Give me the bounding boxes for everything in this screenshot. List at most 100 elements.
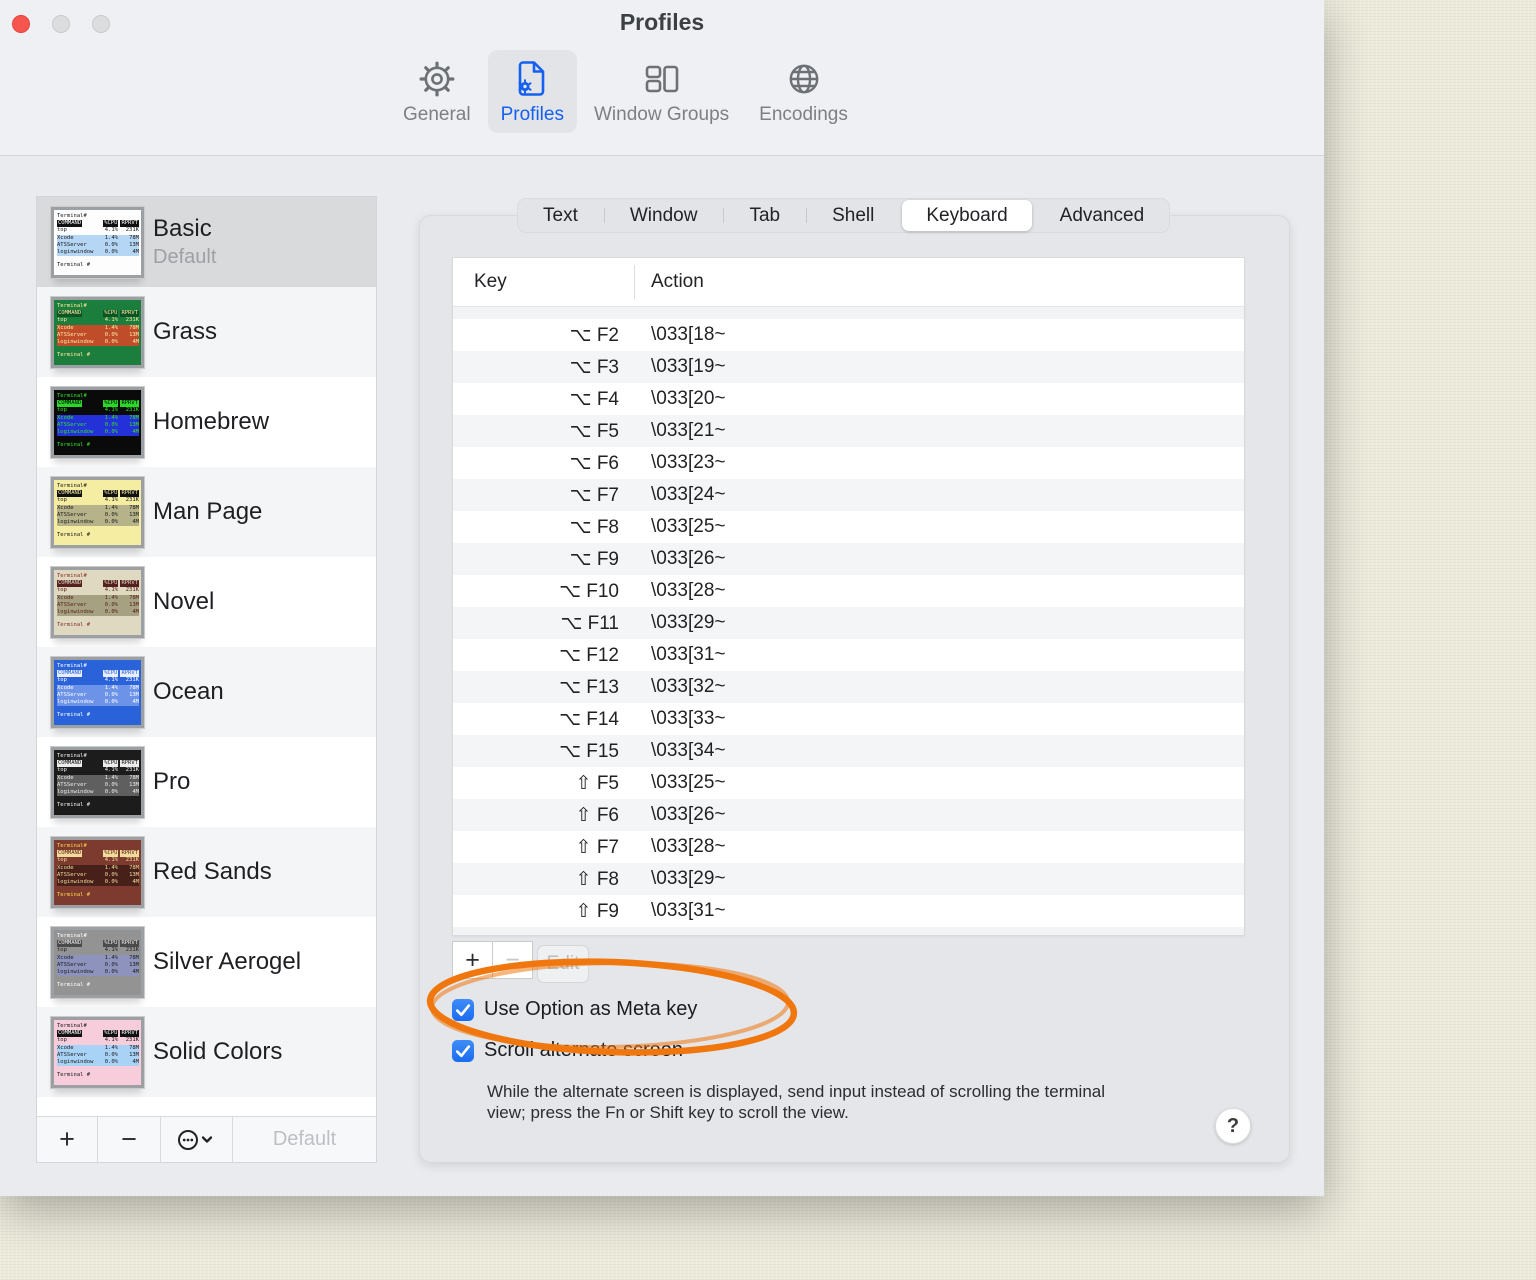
add-profile-button[interactable]: + [37,1117,98,1162]
key-mapping-row[interactable]: ⇧ F9 \033[31~ [453,895,1244,927]
key-mapping-row[interactable]: ⇧ F7 \033[28~ [453,831,1244,863]
set-default-button[interactable]: Default [233,1117,376,1162]
key-mappings-table: Key Action ⌥ F2 \033[18~ ⌥ F3 \033[19~ ⌥… [452,257,1245,936]
profile-list: Terminal# COMMAND %CPU RPRVT top 4.1% 231K… [37,197,376,1097]
toolbar-item-label: Window Groups [593,104,730,125]
profile-actions-menu-button[interactable] [161,1117,233,1162]
profile-thumbnail: Terminal# COMMAND %CPU RPRVT top 4.1% 231K… [50,836,145,909]
checkbox-row[interactable]: Use Option as Meta key [452,998,697,1021]
checkbox-row[interactable]: Scroll alternate screen [452,1039,697,1062]
thumb-command-chip: COMMAND [57,940,83,948]
clipped-row-bottom [453,927,1244,935]
key-mapping-row[interactable]: ⌥ F12 \033[31~ [453,639,1244,671]
key-cell: ⌥ F11 [560,612,619,634]
checkbox-label: Use Option as Meta key [484,998,698,1020]
profile-item[interactable]: Terminal# COMMAND %CPU RPRVT top 4.1% 231K… [37,737,376,827]
checkbox-checked[interactable] [452,1039,474,1062]
key-mapping-row[interactable]: ⌥ F3 \033[19~ [453,351,1244,383]
remove-profile-button[interactable]: − [98,1117,161,1162]
profile-item[interactable]: Terminal# COMMAND %CPU RPRVT top 4.1% 231K… [37,827,376,917]
key-mapping-row[interactable]: ⌥ F8 \033[25~ [453,511,1244,543]
checkmark-icon [455,1044,471,1057]
profile-item[interactable]: Terminal# COMMAND %CPU RPRVT top 4.1% 231K… [37,287,376,377]
profile-thumbnail: Terminal# COMMAND %CPU RPRVT top 4.1% 231K… [50,1016,145,1089]
key-cell: ⌥ F10 [559,580,619,602]
profile-item[interactable]: Terminal# COMMAND %CPU RPRVT top 4.1% 231K… [37,1007,376,1097]
profile-item[interactable]: Terminal# COMMAND %CPU RPRVT top 4.1% 231K… [37,197,376,287]
key-mapping-row[interactable]: ⌥ F11 \033[29~ [453,607,1244,639]
scroll-alternate-help-text: While the alternate screen is displayed,… [487,1082,1106,1122]
tab[interactable]: Keyboard [902,200,1032,231]
profile-item[interactable]: Terminal# COMMAND %CPU RPRVT top 4.1% 231K… [37,557,376,647]
gear-icon [419,61,455,97]
action-cell: \033[19~ [651,356,726,377]
toolbar-item-encodings[interactable]: Encodings [746,50,861,133]
clipped-row-top [453,307,1244,319]
add-mapping-button[interactable]: + [452,941,493,979]
key-mapping-row[interactable]: ⌥ F5 \033[21~ [453,415,1244,447]
profile-name: Pro [153,768,191,795]
tab[interactable]: Advanced [1034,200,1171,231]
key-mapping-row[interactable]: ⌥ F9 \033[26~ [453,543,1244,575]
key-mapping-row[interactable]: ⇧ F6 \033[26~ [453,799,1244,831]
key-cell: ⌥ F6 [569,452,619,474]
edit-mapping-button[interactable]: Edit [537,945,589,983]
key-mapping-row[interactable]: ⌥ F10 \033[28~ [453,575,1244,607]
window-groups-icon [645,65,678,93]
profile-item[interactable]: Terminal# COMMAND %CPU RPRVT top 4.1% 231K… [37,377,376,467]
checkbox-label: Scroll alternate screen [484,1039,683,1061]
key-mapping-row[interactable]: ⇧ F8 \033[29~ [453,863,1244,895]
key-mapping-row[interactable]: ⇧ F5 \033[25~ [453,767,1244,799]
key-mapping-row[interactable]: ⌥ F13 \033[32~ [453,671,1244,703]
key-cell: ⇧ F9 [575,900,619,922]
toolbar-item-label: Profiles [500,104,564,125]
action-cell: \033[31~ [651,900,726,921]
key-cell: ⇧ F7 [575,836,619,858]
profile-thumbnail: Terminal# COMMAND %CPU RPRVT top 4.1% 231K… [50,206,145,279]
toolbar-item-general[interactable]: General [390,50,484,133]
remove-mapping-button[interactable]: − [492,941,533,979]
sidebar-footer: + − Default [37,1116,376,1162]
help-button[interactable]: ? [1215,1108,1251,1144]
thumb-command-chip: COMMAND [57,760,83,768]
profile-item[interactable]: Terminal# COMMAND %CPU RPRVT top 4.1% 231K… [37,647,376,737]
action-cell: \033[20~ [651,388,726,409]
action-cell: \033[21~ [651,420,726,441]
profile-item[interactable]: Terminal# COMMAND %CPU RPRVT top 4.1% 231K… [37,467,376,557]
action-cell: \033[33~ [651,708,726,729]
profile-name: Homebrew [153,408,270,435]
tab[interactable]: Tab [723,200,806,231]
profile-name: Red Sands [153,858,272,885]
key-mapping-row[interactable]: ⌥ F7 \033[24~ [453,479,1244,511]
toolbar-item-label: General [403,104,471,125]
thumb-command-chip: COMMAND [57,400,83,408]
keyboard-options: Use Option as Meta key Scroll alternate … [452,998,697,1080]
toolbar-item-window-groups[interactable]: Window Groups [581,50,742,133]
tab[interactable]: Window [603,200,724,231]
toolbar-item-profiles[interactable]: Profiles [487,50,577,133]
profile-tabs: Text Window Tab Shell Keyboard Advanced [517,198,1171,233]
document-gear-icon [518,61,545,96]
key-mapping-row[interactable]: ⌥ F2 \033[18~ [453,319,1244,351]
action-cell: \033[32~ [651,676,726,697]
profile-thumbnail: Terminal# COMMAND %CPU RPRVT top 4.1% 231K… [50,386,145,459]
profile-name: Grass [153,318,218,345]
action-cell: \033[31~ [651,644,726,665]
checkbox-checked[interactable] [452,998,474,1021]
tab[interactable]: Shell [806,200,900,231]
key-mapping-row[interactable]: ⌥ F14 \033[33~ [453,703,1244,735]
key-mapping-row[interactable]: ⌥ F4 \033[20~ [453,383,1244,415]
profile-thumbnail: Terminal# COMMAND %CPU RPRVT top 4.1% 231K… [50,746,145,819]
titlebar: Profiles General Profiles Window Groups … [0,0,1324,156]
key-cell: ⇧ F6 [575,804,619,826]
action-cell: \033[18~ [651,324,726,345]
key-mapping-row[interactable]: ⌥ F6 \033[23~ [453,447,1244,479]
key-cell: ⌥ F9 [569,548,619,570]
column-header-key: Key [453,258,635,306]
key-mapping-row[interactable]: ⌥ F15 \033[34~ [453,735,1244,767]
profile-thumbnail: Terminal# COMMAND %CPU RPRVT top 4.1% 231K… [50,566,145,639]
mapping-buttons: + − Edit [452,941,589,983]
profile-item[interactable]: Terminal# COMMAND %CPU RPRVT top 4.1% 231K… [37,917,376,1007]
tab[interactable]: Text [517,200,604,231]
checkmark-icon [455,1003,471,1016]
